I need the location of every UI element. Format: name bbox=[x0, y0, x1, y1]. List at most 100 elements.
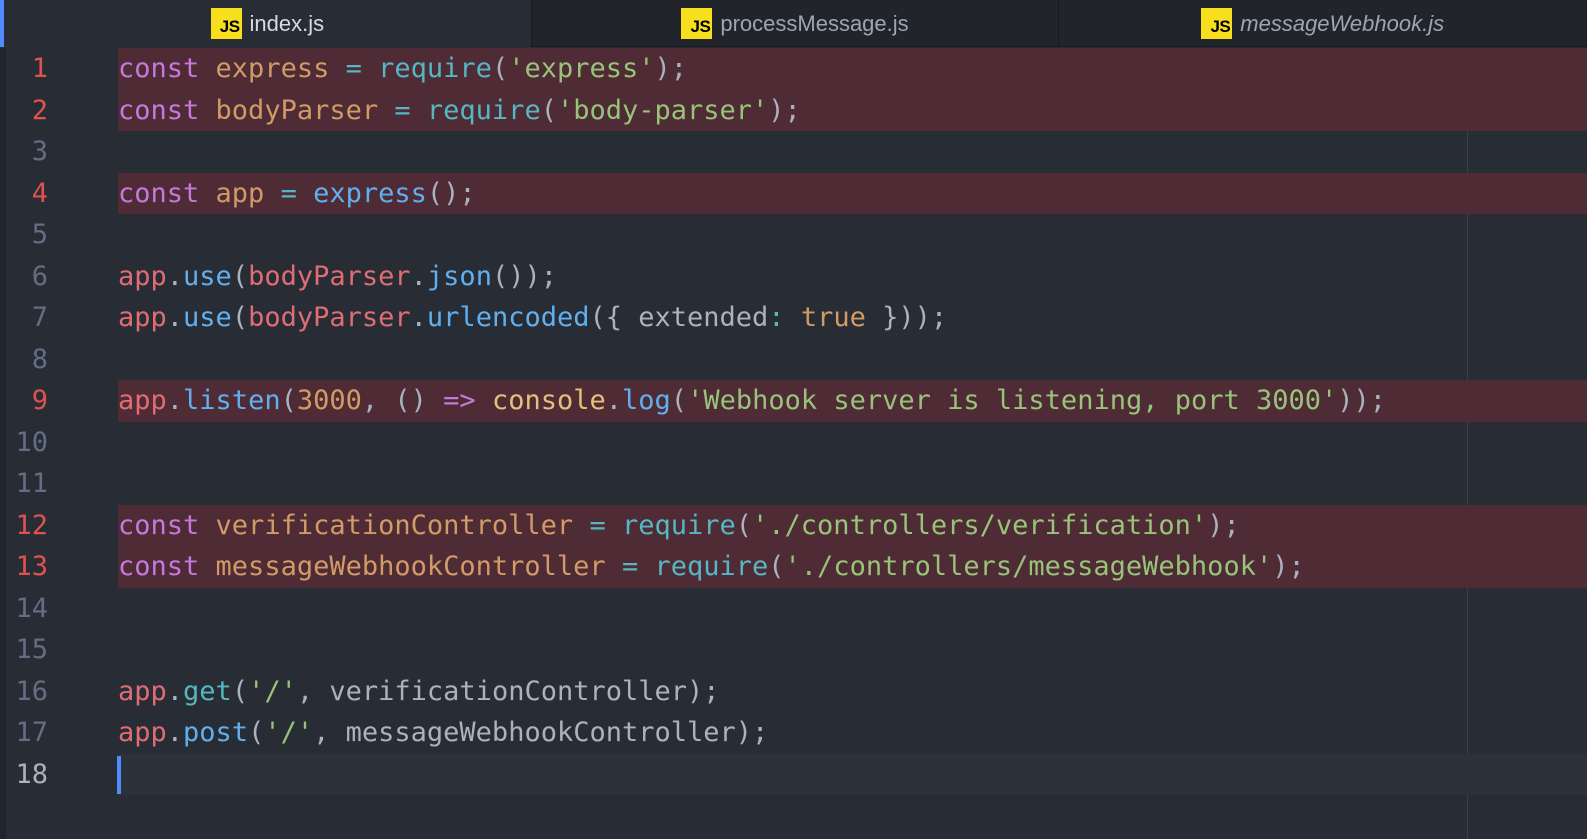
code-token: . bbox=[166, 260, 184, 292]
code-line[interactable]: 7 app.use(bodyParser.urlencoded({ extende… bbox=[0, 297, 1587, 339]
code-token: ( bbox=[248, 717, 265, 748]
code-line[interactable]: 16 app.get('/', verificationController); bbox=[0, 671, 1587, 713]
code-token: , verificationController); bbox=[296, 675, 720, 707]
code-token: app bbox=[118, 717, 167, 748]
code-token: urlencoded bbox=[426, 302, 590, 333]
code-text: const express = require('express'); bbox=[118, 48, 687, 90]
code-token: bodyParser bbox=[215, 94, 379, 126]
code-text: const messageWebhookController = require… bbox=[118, 546, 1305, 588]
tab-messagewebhook-js[interactable]: JS messageWebhook.js bbox=[1059, 0, 1587, 47]
code-token: require bbox=[654, 551, 769, 582]
code-token: app bbox=[118, 260, 167, 292]
code-token: use bbox=[183, 302, 232, 333]
code-token: => bbox=[443, 385, 476, 416]
line-number[interactable]: 16 bbox=[0, 671, 48, 713]
code-token: ( bbox=[540, 94, 557, 126]
code-token: get bbox=[183, 675, 232, 707]
code-line[interactable]: 3 bbox=[0, 131, 1587, 173]
code-text: app.use(bodyParser.json()); bbox=[118, 256, 557, 298]
code-line[interactable]: 14 bbox=[0, 588, 1587, 630]
code-token: const bbox=[118, 94, 200, 126]
line-number[interactable]: 13 bbox=[0, 546, 48, 588]
code-token: const bbox=[118, 177, 200, 209]
code-token: ); bbox=[1272, 551, 1305, 582]
code-token: . bbox=[166, 302, 184, 333]
code-token: . bbox=[166, 675, 184, 707]
code-token: console bbox=[491, 385, 606, 416]
code-token: (); bbox=[426, 177, 476, 209]
line-number[interactable]: 2 bbox=[0, 90, 48, 132]
code-token: : bbox=[768, 302, 785, 333]
code-token: ); bbox=[654, 53, 688, 84]
line-number[interactable]: 10 bbox=[0, 422, 48, 464]
code-token: ); bbox=[1207, 509, 1240, 541]
code-editor[interactable]: 1 const express = require('express'); 2 con… bbox=[0, 48, 1587, 839]
code-token: express bbox=[215, 53, 330, 84]
code-line[interactable]: 1 const express = require('express'); bbox=[0, 48, 1587, 90]
code-line[interactable]: 15 bbox=[0, 629, 1587, 671]
code-token: , () bbox=[361, 385, 444, 416]
code-token: 'Webhook server is listening, port 3000' bbox=[687, 385, 1338, 416]
line-number[interactable]: 9 bbox=[0, 380, 48, 422]
js-file-icon: JS bbox=[1201, 8, 1233, 39]
line-number[interactable]: 8 bbox=[0, 339, 48, 381]
code-token: ( bbox=[735, 509, 753, 541]
code-token: . bbox=[166, 717, 184, 748]
line-number[interactable]: 18 bbox=[0, 754, 48, 796]
code-line[interactable]: 17 app.post('/', messageWebhookController… bbox=[0, 712, 1587, 754]
code-text: const app = express(); bbox=[118, 173, 476, 215]
line-number[interactable]: 7 bbox=[0, 297, 48, 339]
code-token: messageWebhookController bbox=[215, 551, 606, 582]
line-number[interactable]: 3 bbox=[0, 131, 48, 173]
code-token: ()); bbox=[491, 260, 557, 292]
line-number[interactable]: 6 bbox=[0, 256, 48, 298]
code-line[interactable]: 10 bbox=[0, 422, 1587, 464]
tab-processmessage-js[interactable]: JS processMessage.js bbox=[532, 0, 1060, 47]
code-token: ); bbox=[768, 94, 801, 126]
code-line[interactable]: 2 const bodyParser = require('body-parser… bbox=[0, 89, 1587, 132]
code-token: = bbox=[589, 509, 606, 541]
line-number[interactable]: 1 bbox=[0, 48, 48, 90]
code-text: app.get('/', verificationController); bbox=[118, 671, 720, 713]
code-token: . bbox=[410, 302, 427, 333]
code-token: = bbox=[280, 177, 297, 209]
code-line[interactable]: 6 app.use(bodyParser.json()); bbox=[0, 256, 1587, 298]
code-line[interactable]: 5 bbox=[0, 214, 1587, 256]
code-token: . bbox=[410, 260, 427, 292]
code-line[interactable]: 18 bbox=[0, 753, 1587, 796]
code-line[interactable]: 13 const messageWebhookController = requi… bbox=[0, 546, 1587, 588]
code-token: app bbox=[118, 675, 167, 707]
code-text: const verificationController = require('… bbox=[118, 505, 1240, 547]
line-number[interactable]: 12 bbox=[0, 505, 48, 547]
tab-index-js[interactable]: JS index.js bbox=[0, 0, 532, 47]
code-token: bodyParser bbox=[248, 260, 411, 292]
code-token: app bbox=[118, 385, 167, 416]
code-token: post bbox=[183, 717, 249, 748]
tab-title: processMessage.js bbox=[720, 10, 909, 36]
code-token: log bbox=[622, 385, 671, 416]
code-token: require bbox=[621, 509, 736, 541]
code-line[interactable]: 12 const verificationController = require… bbox=[0, 504, 1587, 547]
code-token: require bbox=[426, 94, 541, 126]
line-number[interactable]: 17 bbox=[0, 712, 48, 754]
code-line[interactable]: 9 app.listen(3000, () => console.log('Web… bbox=[0, 380, 1587, 422]
code-line[interactable]: 4 const app = express(); bbox=[0, 172, 1587, 215]
line-number[interactable]: 5 bbox=[0, 214, 48, 256]
line-number[interactable]: 14 bbox=[0, 588, 48, 630]
code-token: const bbox=[118, 551, 200, 582]
code-line[interactable]: 8 bbox=[0, 339, 1587, 381]
line-number[interactable]: 11 bbox=[0, 463, 48, 505]
code-line[interactable]: 11 bbox=[0, 463, 1587, 505]
line-number[interactable]: 15 bbox=[0, 629, 48, 671]
code-token: const bbox=[118, 53, 200, 84]
line-number[interactable]: 4 bbox=[0, 173, 48, 215]
